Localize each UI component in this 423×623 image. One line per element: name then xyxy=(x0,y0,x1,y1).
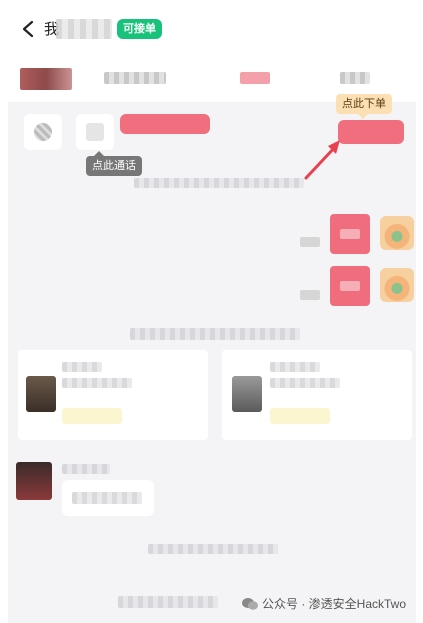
chat-area: 点此通话 点此下单 xyxy=(8,94,416,623)
message-time xyxy=(300,237,320,247)
blurred-name xyxy=(56,19,112,39)
menu-icon xyxy=(86,123,104,141)
recommend-card[interactable] xyxy=(222,350,412,440)
available-badge: 可接单 xyxy=(117,19,162,39)
system-message xyxy=(148,544,278,554)
profile-strip xyxy=(0,62,423,98)
more-button[interactable] xyxy=(76,114,114,150)
watermark-label: 公众号 · 渗透安全HackTwo xyxy=(262,597,407,611)
arrow-annotation xyxy=(304,140,340,180)
avatar xyxy=(26,376,56,412)
card-line xyxy=(62,378,132,388)
avatar[interactable] xyxy=(380,268,414,302)
recommend-card[interactable] xyxy=(18,350,208,440)
card-line xyxy=(270,378,340,388)
card-line xyxy=(62,362,102,372)
call-button[interactable] xyxy=(24,114,62,150)
avatar[interactable] xyxy=(20,68,72,90)
card-tag xyxy=(62,408,122,424)
back-button[interactable] xyxy=(18,18,38,40)
info-item[interactable] xyxy=(240,72,270,84)
call-tooltip: 点此通话 xyxy=(86,151,142,176)
chevron-left-icon xyxy=(22,20,34,38)
watermark: 公众号 · 渗透安全HackTwo xyxy=(242,595,406,612)
order-tooltip: 点此下单 xyxy=(336,94,392,119)
sent-message[interactable] xyxy=(330,266,370,306)
sender-name xyxy=(62,464,110,474)
top-bar: 我 可接单 xyxy=(0,0,423,58)
system-message xyxy=(130,328,300,340)
system-message xyxy=(134,178,304,188)
sent-message[interactable] xyxy=(330,214,370,254)
avatar xyxy=(232,376,262,412)
phone-icon xyxy=(34,123,52,141)
message-time xyxy=(300,290,320,300)
received-message[interactable] xyxy=(62,480,154,516)
info-item[interactable] xyxy=(340,72,370,84)
avatar[interactable] xyxy=(380,216,414,250)
card-line xyxy=(270,362,320,372)
info-item[interactable] xyxy=(104,72,166,84)
wechat-icon xyxy=(242,597,258,610)
service-tag xyxy=(120,114,210,134)
avatar[interactable] xyxy=(16,462,52,500)
system-message xyxy=(118,596,218,608)
card-tag xyxy=(270,408,330,424)
